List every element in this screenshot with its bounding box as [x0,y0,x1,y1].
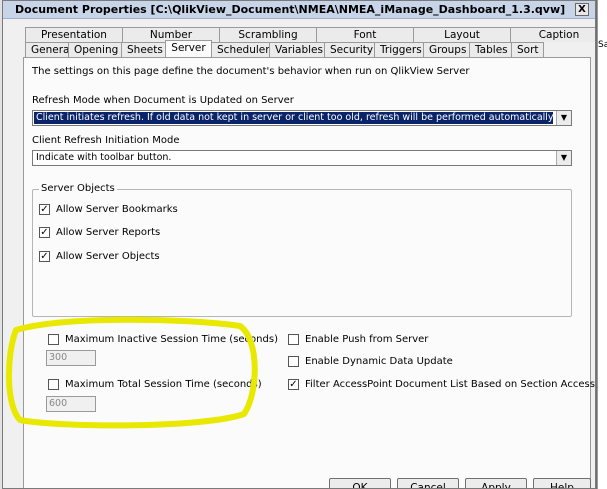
max-total-session-input[interactable]: 600 [46,396,96,412]
max-inactive-session-label: Maximum Inactive Session Time (seconds) [65,334,278,345]
tab-tables[interactable]: Tables [469,42,512,57]
allow-server-reports-row[interactable]: ✓ Allow Server Reports [39,227,160,238]
max-total-session-checkbox[interactable] [48,379,59,390]
tab-presentation[interactable]: Presentation [25,27,123,42]
client-refresh-value: Indicate with toolbar button. [36,152,172,163]
enable-dynamic-update-checkbox[interactable] [288,356,299,367]
tab-opening[interactable]: Opening [68,42,122,57]
enable-dynamic-update-label: Enable Dynamic Data Update [305,356,453,367]
background-window-text: Sa [598,40,607,50]
tab-scrambling[interactable]: Scrambling [219,27,317,42]
cancel-button[interactable]: Cancel [397,478,459,488]
refresh-mode-value: Client initiates refresh. If old data no… [34,112,553,124]
server-tab-panel: The settings on this page define the doc… [23,57,595,488]
max-total-session-label: Maximum Total Session Time (seconds) [65,379,262,390]
tab-groups[interactable]: Groups [423,42,470,57]
max-total-session-row[interactable]: Maximum Total Session Time (seconds) [48,379,262,390]
tab-server[interactable]: Server [165,40,212,57]
enable-push-checkbox[interactable] [288,334,299,345]
tab-row-top: Presentation Number Scrambling Font Layo… [25,27,595,42]
allow-server-bookmarks-row[interactable]: ✓ Allow Server Bookmarks [39,204,178,215]
tab-triggers[interactable]: Triggers [374,42,424,57]
tab-layout[interactable]: Layout [413,27,511,42]
refresh-mode-dropdown[interactable]: Client initiates refresh. If old data no… [32,110,572,126]
filter-accesspoint-label: Filter AccessPoint Document List Based o… [305,379,595,390]
tab-caption[interactable]: Caption [510,27,595,42]
enable-push-label: Enable Push from Server [305,334,429,345]
allow-server-objects-label: Allow Server Objects [56,251,160,262]
page-description: The settings on this page define the doc… [32,66,470,77]
client-refresh-label: Client Refresh Initiation Mode [32,135,180,146]
chevron-down-icon[interactable]: ▼ [556,151,571,165]
allow-server-reports-checkbox[interactable]: ✓ [39,227,50,238]
refresh-mode-label: Refresh Mode when Document is Updated on… [32,95,294,106]
max-inactive-session-row[interactable]: Maximum Inactive Session Time (seconds) [48,334,278,345]
tab-general[interactable]: General [25,42,72,57]
tab-sheets[interactable]: Sheets [121,42,166,57]
tab-security[interactable]: Security [324,42,375,57]
document-properties-dialog: Document Properties [C:\QlikView_Documen… [2,0,596,489]
ok-button[interactable]: OK [329,478,391,488]
chevron-down-icon[interactable]: ▼ [556,111,571,125]
filter-accesspoint-checkbox[interactable]: ✓ [288,379,299,390]
allow-server-objects-checkbox[interactable]: ✓ [39,251,50,262]
allow-server-reports-label: Allow Server Reports [56,227,161,238]
enable-push-row[interactable]: Enable Push from Server [288,334,428,345]
title-bar: Document Properties [C:\QlikView_Documen… [3,1,595,19]
max-inactive-session-checkbox[interactable] [48,334,59,345]
allow-server-bookmarks-checkbox[interactable]: ✓ [39,204,50,215]
server-objects-legend: Server Objects [39,183,117,194]
enable-dynamic-update-row[interactable]: Enable Dynamic Data Update [288,356,453,367]
tab-font[interactable]: Font [316,27,414,42]
allow-server-bookmarks-label: Allow Server Bookmarks [56,204,178,215]
max-inactive-session-input[interactable]: 300 [46,350,96,366]
tab-scheduler[interactable]: Scheduler [211,42,270,57]
filter-accesspoint-row[interactable]: ✓ Filter AccessPoint Document List Based… [288,379,595,390]
dialog-title: Document Properties [C:\QlikView_Documen… [15,3,566,16]
client-refresh-dropdown[interactable]: Indicate with toolbar button. ▼ [32,150,572,166]
background-window-edge: Sa [597,0,607,489]
tab-sort[interactable]: Sort [511,42,544,57]
apply-button[interactable]: Apply [465,478,527,488]
close-button[interactable]: X [575,3,589,16]
help-button[interactable]: Help [533,478,591,488]
server-objects-group: Server Objects ✓ Allow Server Bookmarks … [32,183,572,317]
tab-variables[interactable]: Variables [269,42,325,57]
allow-server-objects-row[interactable]: ✓ Allow Server Objects [39,251,160,262]
tab-row-bottom: General Opening Sheets Server Scheduler … [25,40,544,57]
